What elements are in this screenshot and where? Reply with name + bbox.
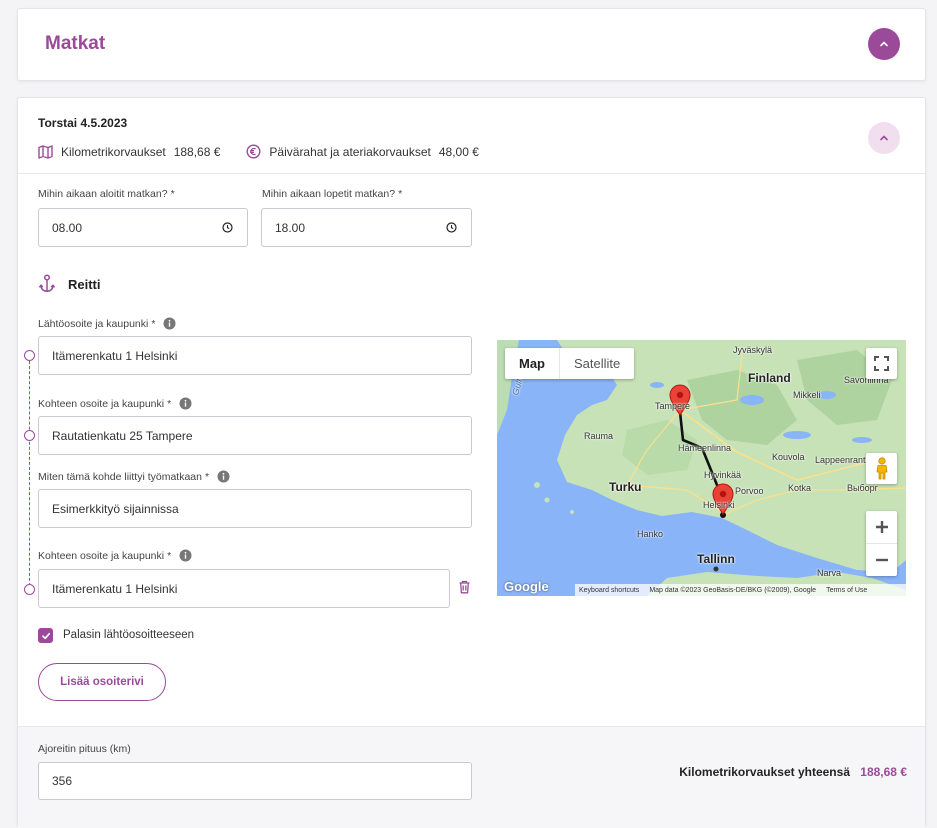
euro-icon <box>246 144 261 159</box>
map-type-control: Map Satellite <box>505 348 635 379</box>
purpose-label: Miten tämä kohde liittyi työmatkaan * <box>38 470 230 483</box>
map-place-tallinn: Tallinn <box>697 552 735 566</box>
end-time-label: Mihin aikaan lopetit matkan? * <box>262 188 403 200</box>
map-attribution-bar: Keyboard shortcuts Map data ©2023 GeoBas… <box>575 584 906 596</box>
end-time-value: 18.00 <box>275 220 306 235</box>
map-icon <box>38 144 53 159</box>
km-total-label: Kilometrikorvaukset yhteensä <box>679 765 850 779</box>
per-diem-label: Päivärahat ja ateriakorvaukset <box>269 144 431 159</box>
map-place-lappeenranta: Lappeenranta <box>815 455 871 465</box>
per-diem-value: 48,00 € <box>438 144 479 159</box>
map-place-jyvaskyla: Jyväskylä <box>733 345 773 355</box>
day-title: Torstai 4.5.2023 <box>38 116 128 130</box>
fullscreen-icon <box>874 356 889 371</box>
trips-header-card: Matkat <box>17 8 926 81</box>
map-type-map-button[interactable]: Map <box>505 348 560 379</box>
chevron-up-icon <box>880 135 888 141</box>
destination-address-value: Rautatienkatu 25 Tampere <box>52 428 193 443</box>
km-total-value: 188,68 € <box>860 765 907 779</box>
divider <box>18 173 925 174</box>
street-view-button[interactable] <box>866 453 897 484</box>
purpose-value: Esimerkkityö sijainnissa <box>52 501 179 516</box>
chevron-up-icon <box>880 41 888 47</box>
returned-label: Palasin lähtöosoitteeseen <box>63 629 195 641</box>
route-length-label: Ajoreitin pituus (km) <box>38 743 131 755</box>
trip-day-card: Torstai 4.5.2023 Kilometrikorvaukset 188… <box>17 97 926 828</box>
map-attribution: Map data ©2023 GeoBasis-DE/BKG (©2009), … <box>649 586 817 594</box>
google-logo: Google <box>504 579 549 594</box>
map-type-satellite-button[interactable]: Satellite <box>560 348 634 379</box>
route-length-input[interactable]: 356 <box>38 762 472 800</box>
map-place-rauma: Rauma <box>584 431 614 441</box>
map-place-hanko: Hanko <box>637 529 664 539</box>
start-address-value: Itämerenkatu 1 Helsinki <box>52 348 178 363</box>
keyboard-shortcuts-link[interactable]: Keyboard shortcuts <box>579 587 639 594</box>
info-icon[interactable] <box>217 470 230 483</box>
plus-icon <box>875 521 888 533</box>
pegman-icon <box>876 456 887 479</box>
map-place-narva: Narva <box>817 568 842 578</box>
map-place-finland: Finland <box>748 371 791 385</box>
trash-icon[interactable] <box>458 580 471 594</box>
minus-icon <box>875 558 888 561</box>
day-summary: Kilometrikorvaukset 188,68 € Päivärahat … <box>38 144 505 159</box>
page-title: Matkat <box>45 33 106 54</box>
map-place-kotka: Kotka <box>788 483 812 493</box>
km-value: 188,68 € <box>173 144 221 159</box>
map-place-helsinki: Helsinki <box>703 500 735 510</box>
destination2-address-input[interactable]: Itämerenkatu 1 Helsinki <box>38 569 450 608</box>
route-section-title: Reitti <box>38 274 101 294</box>
map-place-hameenlinna: Hämeenlinna <box>678 443 732 453</box>
start-time-input[interactable]: 08.00 <box>38 208 248 247</box>
route-dot <box>24 350 35 361</box>
destination-address-input[interactable]: Rautatienkatu 25 Tampere <box>38 416 472 455</box>
route-map[interactable]: Jyväskylä Finland Savonlinna Mikkeli Tam… <box>497 340 906 596</box>
map-place-porvoo: Porvoo <box>735 486 764 496</box>
start-address-label: Lähtöosoite ja kaupunki * <box>38 317 176 330</box>
start-address-input[interactable]: Itämerenkatu 1 Helsinki <box>38 336 472 375</box>
clock-icon[interactable] <box>446 222 457 233</box>
map-place-tampere: Tampere <box>655 401 691 411</box>
route-dot <box>24 430 35 441</box>
terms-link[interactable]: Terms of Use <box>826 587 867 594</box>
destination2-address-label: Kohteen osoite ja kaupunki * <box>38 549 192 562</box>
end-time-input[interactable]: 18.00 <box>261 208 472 247</box>
route-length-value: 356 <box>52 774 73 788</box>
map-place-mikkeli: Mikkeli <box>793 390 821 400</box>
map-place-vyborg: Выборг <box>847 483 878 493</box>
map-place-turku: Turku <box>609 480 642 494</box>
zoom-in-button[interactable] <box>866 512 897 544</box>
map-place-hyvinkaa: Hyvinkää <box>704 470 742 480</box>
anchor-icon <box>39 274 55 293</box>
route-line <box>29 356 30 591</box>
start-time-value: 08.00 <box>52 220 83 235</box>
start-time-label: Mihin aikaan aloitit matkan? * <box>38 188 175 200</box>
clock-icon[interactable] <box>222 222 233 233</box>
zoom-out-button[interactable] <box>866 544 897 576</box>
destination-address-label: Kohteen osoite ja kaupunki * <box>38 397 192 410</box>
info-icon[interactable] <box>163 317 176 330</box>
add-address-row-button[interactable]: Lisää osoiterivi <box>38 663 166 701</box>
collapse-day-button[interactable] <box>868 122 900 154</box>
fullscreen-button[interactable] <box>866 348 897 379</box>
info-icon[interactable] <box>179 397 192 410</box>
check-icon <box>41 632 50 639</box>
returned-checkbox[interactable] <box>38 628 53 643</box>
km-summary: Kilometrikorvaukset 188,68 € <box>38 145 220 159</box>
collapse-trips-button[interactable] <box>868 28 900 60</box>
destination2-address-value: Itämerenkatu 1 Helsinki <box>52 581 178 596</box>
route-dot <box>24 584 35 595</box>
map-place-kouvola: Kouvola <box>772 452 805 462</box>
km-label: Kilometrikorvaukset <box>61 144 166 159</box>
purpose-input[interactable]: Esimerkkityö sijainnissa <box>38 489 472 528</box>
per-diem-summary: Päivärahat ja ateriakorvaukset 48,00 € <box>246 144 479 159</box>
zoom-control <box>866 511 897 576</box>
info-icon[interactable] <box>179 549 192 562</box>
